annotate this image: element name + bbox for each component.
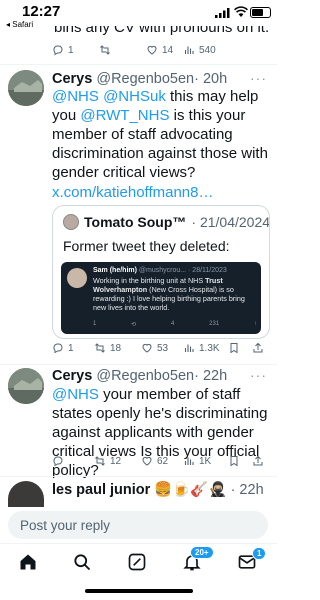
quoted-tweet-header: Tomato Soup™ · 21/04/2024 — [63, 214, 270, 230]
like-button[interactable]: 53 — [141, 342, 168, 354]
messages-badge: 1 — [252, 547, 267, 560]
reply-icon — [53, 45, 63, 56]
tweet-actions: 1 18 53 1.3K — [52, 342, 272, 358]
timestamp[interactable]: · 20h — [194, 71, 227, 87]
more-options-icon[interactable]: ··· — [250, 367, 267, 383]
more-options-icon[interactable]: ··· — [250, 70, 267, 86]
timestamp[interactable]: · 22h — [231, 482, 264, 498]
avatar-image — [8, 70, 44, 106]
tweet-header: Cerys @Regenbo5en· 20h — [52, 71, 227, 87]
share-button[interactable] — [252, 342, 264, 354]
tweet-header: Cerys @Regenbo5en· 22h — [52, 368, 227, 384]
reply-composer[interactable] — [8, 511, 268, 539]
avatar[interactable] — [8, 368, 44, 404]
quoted-text: Former tweet they deleted: — [63, 238, 230, 254]
screenshot-text: Working in the birthing unit at NHS Trus… — [93, 276, 245, 312]
reply-icon — [53, 343, 63, 354]
tweet-header: les paul junior 🍔🍺🎸🥷🏼 · 22h — [52, 481, 264, 498]
display-name[interactable]: Cerys — [52, 368, 92, 384]
handle[interactable]: @Regenbo5en — [96, 368, 194, 384]
mention-link[interactable]: @RWT_NHS — [80, 107, 169, 124]
tweet-body: @NHS @NHSuk this may help you @RWT_NHS i… — [52, 88, 268, 181]
tweet-link[interactable]: x.com/katiehoffmann8… — [52, 183, 272, 202]
heart-icon — [142, 343, 152, 353]
mention-link[interactable]: @NHS — [52, 386, 99, 403]
reply-button[interactable]: 1 — [52, 342, 74, 354]
retweet-button[interactable] — [99, 44, 111, 56]
quoted-avatar — [63, 214, 79, 230]
quoted-author: Tomato Soup™ — [84, 214, 187, 230]
signal-icon — [215, 8, 230, 18]
status-time: 12:27 — [22, 3, 61, 20]
views-button[interactable]: 1K — [183, 455, 211, 467]
search-tab[interactable] — [72, 552, 96, 576]
timestamp[interactable]: · 22h — [194, 368, 227, 384]
bookmark-button[interactable] — [228, 342, 240, 354]
retweet-icon — [95, 456, 105, 466]
reply-icon — [53, 456, 63, 467]
quoted-tweet[interactable]: Tomato Soup™ · 21/04/2024 Former tweet t… — [52, 205, 270, 339]
home-tab[interactable] — [18, 552, 42, 576]
avatar-image — [8, 368, 44, 404]
tweet-actions: 12 62 1K — [52, 455, 272, 471]
mention-link[interactable]: @NHSuk — [103, 88, 166, 105]
heart-icon — [147, 45, 157, 55]
share-icon — [253, 455, 263, 466]
share-icon — [253, 342, 263, 353]
views-button[interactable]: 1.3K — [183, 342, 220, 354]
screenshot-header: Sam (he/him) @mushycrou... · 28/11/2023 — [93, 267, 227, 274]
bookmark-icon — [230, 343, 238, 354]
like-button[interactable]: 14 — [146, 44, 173, 56]
divider — [0, 64, 277, 65]
display-name[interactable]: Cerys — [52, 71, 92, 87]
handle[interactable]: @Regenbo5en — [96, 71, 194, 87]
quoted-screenshot-image[interactable]: Sam (he/him) @mushycrou... · 28/11/2023 … — [61, 262, 261, 334]
status-bar: 12:27 ◂ Safari — [0, 0, 277, 30]
notifications-badge: 20+ — [190, 546, 214, 559]
screenshot-actions: 1 ⟲ 4 231 ↑ — [93, 321, 257, 328]
bookmark-button[interactable] — [228, 455, 240, 467]
reply-button[interactable] — [52, 455, 64, 467]
home-icon — [20, 554, 36, 570]
retweet-button[interactable]: 18 — [94, 342, 121, 354]
avatar[interactable] — [8, 70, 44, 106]
views-icon — [184, 46, 194, 54]
wifi-icon — [234, 6, 248, 17]
grok-icon — [128, 553, 146, 571]
reply-input[interactable] — [8, 511, 268, 539]
mention-link[interactable]: @NHS — [52, 88, 99, 105]
battery-icon — [250, 7, 271, 18]
heart-icon — [142, 456, 152, 466]
divider — [0, 476, 277, 477]
views-icon — [184, 344, 194, 352]
search-icon — [74, 554, 91, 571]
like-button[interactable]: 62 — [141, 455, 168, 467]
screenshot-avatar — [67, 268, 87, 288]
divider — [0, 364, 277, 365]
share-button[interactable] — [252, 455, 264, 467]
previous-tweet-actions: 1 14 540 — [52, 44, 272, 60]
avatar[interactable] — [8, 481, 44, 507]
views-icon — [184, 457, 194, 465]
home-indicator — [85, 589, 193, 593]
back-to-safari-link[interactable]: ◂ Safari — [6, 20, 33, 29]
quoted-date: · 21/04/2024 — [191, 214, 270, 230]
reply-button[interactable]: 1 — [52, 44, 74, 56]
bookmark-icon — [230, 456, 238, 467]
views-button[interactable]: 540 — [183, 44, 216, 56]
retweet-icon — [95, 343, 105, 353]
display-name[interactable]: les paul junior 🍔🍺🎸🥷🏼 — [52, 482, 227, 498]
grok-tab[interactable] — [127, 552, 151, 576]
retweet-button[interactable]: 12 — [94, 455, 121, 467]
retweet-icon — [100, 45, 110, 55]
